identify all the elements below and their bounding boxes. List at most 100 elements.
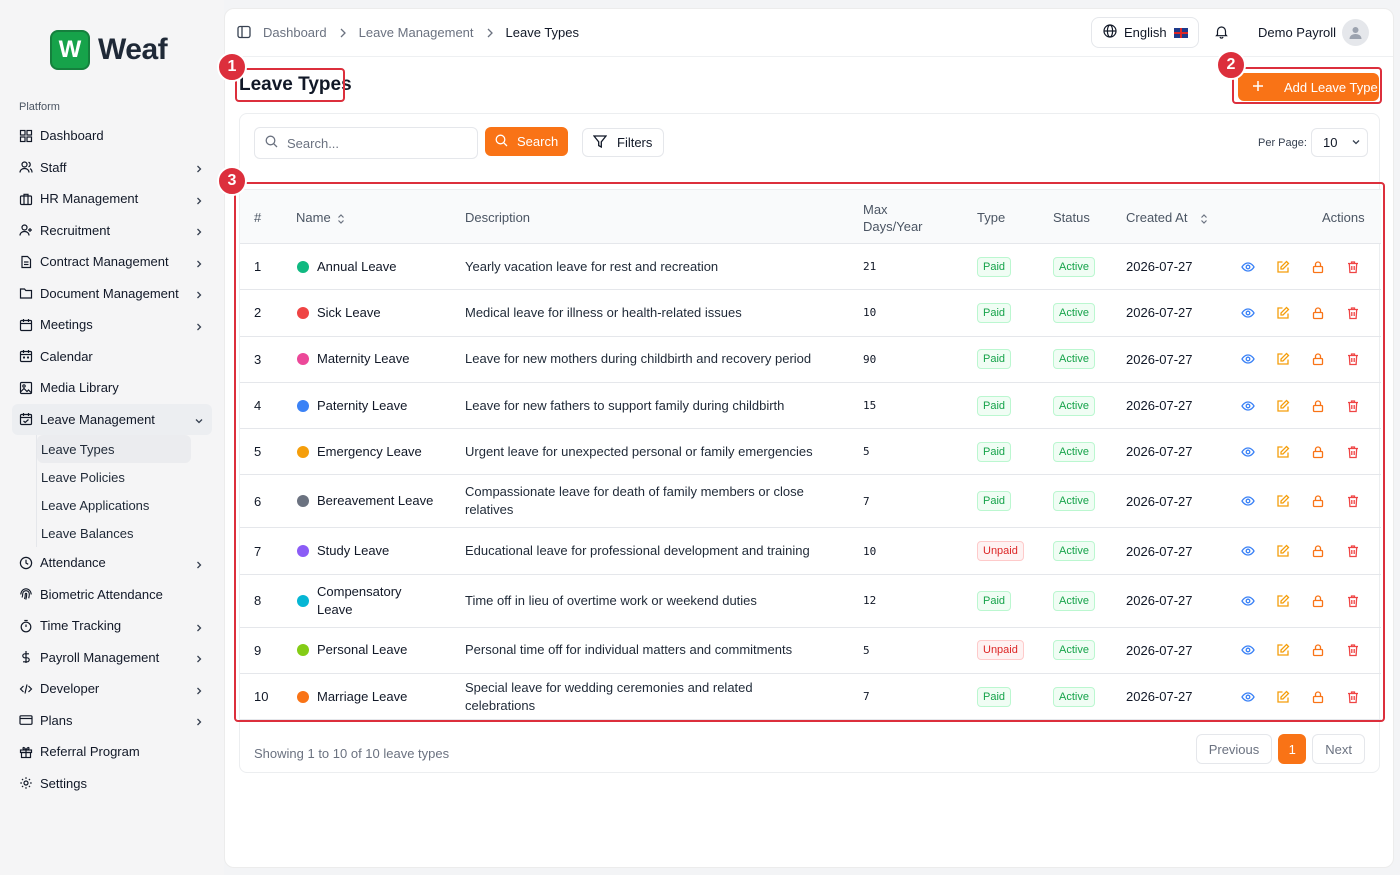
per-page-label: Per Page:	[1258, 137, 1307, 149]
breadcrumb-dashboard[interactable]: Dashboard	[263, 25, 327, 40]
calendar-check-icon	[19, 412, 33, 426]
sidebar-section-label: Platform	[19, 101, 60, 113]
users-icon	[19, 160, 33, 174]
callout-number: 3	[217, 166, 247, 196]
page-1-button[interactable]: 1	[1278, 734, 1307, 764]
per-page-value: 10	[1323, 135, 1338, 150]
bell-icon[interactable]	[1214, 24, 1229, 39]
breadcrumb-leave-management[interactable]: Leave Management	[359, 25, 474, 40]
sidebar-item-attendance[interactable]: Attendance	[12, 547, 212, 579]
code-icon	[19, 682, 33, 696]
sidebar-item-label: Dashboard	[40, 128, 104, 144]
language-switcher[interactable]: English	[1091, 17, 1199, 48]
sidebar-item-label: Calendar	[40, 348, 93, 364]
sidebar-item-label: Referral Program	[40, 744, 140, 760]
sidebar-item-meetings[interactable]: Meetings	[12, 309, 212, 341]
submenu-item-leave-types[interactable]: Leave Types	[37, 435, 191, 463]
sidebar-item-document-management[interactable]: Document Management	[12, 278, 212, 310]
sidebar-item-calendar[interactable]: Calendar	[12, 341, 212, 373]
chevron-right-icon	[194, 288, 204, 299]
sidebar-item-staff[interactable]: Staff	[12, 152, 212, 184]
chevron-right-icon	[194, 558, 204, 569]
add-leave-type-label: Add Leave Type	[1284, 79, 1378, 95]
sidebar-item-plans[interactable]: Plans	[12, 705, 212, 737]
sidebar-item-label: Document Management	[40, 285, 179, 301]
sidebar-item-label: Media Library	[40, 380, 119, 396]
chevron-right-icon	[194, 715, 204, 726]
gift-icon	[19, 745, 33, 759]
gear-icon	[19, 776, 33, 790]
submenu-item-leave-applications[interactable]: Leave Applications	[37, 491, 191, 519]
callout-box-table	[234, 182, 1385, 722]
sidebar-item-recruitment[interactable]: Recruitment	[12, 215, 212, 247]
pagination-summary: Showing 1 to 10 of 10 leave types	[254, 746, 450, 761]
avatar[interactable]	[1342, 19, 1369, 46]
sidebar-item-settings[interactable]: Settings	[12, 768, 212, 800]
search-icon	[495, 134, 508, 150]
chevron-right-icon	[194, 621, 204, 632]
search-icon	[265, 135, 278, 151]
callout-box-title	[235, 68, 345, 102]
folder-icon	[19, 286, 33, 300]
user-name[interactable]: Demo Payroll	[1258, 25, 1336, 40]
grid-icon	[19, 129, 33, 143]
chevron-right-icon	[194, 162, 204, 173]
sidebar-item-dashboard[interactable]: Dashboard	[12, 120, 212, 152]
per-page-select[interactable]: 10	[1311, 128, 1368, 157]
sidebar-item-label: Developer	[40, 681, 100, 697]
callout-number: 1	[217, 52, 247, 82]
next-page-button[interactable]: Next	[1312, 734, 1365, 764]
sidebar-item-contract-management[interactable]: Contract Management	[12, 246, 212, 278]
globe-icon	[1103, 24, 1117, 41]
plus-icon	[1252, 80, 1264, 95]
sidebar-item-label: HR Management	[40, 191, 139, 207]
logo[interactable]: W Weaf	[50, 30, 168, 70]
search-box[interactable]	[254, 127, 478, 159]
sidebar-item-hr-management[interactable]: HR Management	[12, 183, 212, 215]
timer-icon	[19, 619, 33, 633]
chevron-down-icon	[194, 414, 204, 424]
filter-icon	[592, 134, 608, 151]
dollar-icon	[19, 650, 33, 664]
topbar: Dashboard Leave Management Leave Types E…	[225, 9, 1393, 57]
submenu-item-leave-balances[interactable]: Leave Balances	[37, 519, 191, 547]
sidebar-item-label: Staff	[40, 159, 67, 175]
calendar-icon	[19, 318, 33, 332]
sidebar-item-media-library[interactable]: Media Library	[12, 372, 212, 404]
sidebar-item-payroll-management[interactable]: Payroll Management	[12, 642, 212, 674]
logo-mark: W	[50, 30, 90, 70]
submenu-item-leave-policies[interactable]: Leave Policies	[37, 463, 191, 491]
search-button-label: Search	[517, 134, 559, 149]
sidebar-toggle-icon[interactable]	[237, 25, 251, 39]
sidebar-item-label: Recruitment	[40, 222, 111, 238]
pagination: Previous 1 Next	[1195, 734, 1365, 764]
credit-card-icon	[19, 713, 33, 727]
sidebar-item-referral-program[interactable]: Referral Program	[12, 736, 212, 768]
chevron-right-icon	[486, 28, 494, 38]
sidebar-item-developer[interactable]: Developer	[12, 673, 212, 705]
sidebar-item-label: Attendance	[40, 555, 106, 571]
filters-button[interactable]: Filters	[582, 128, 664, 157]
chevron-right-icon	[194, 225, 204, 236]
sidebar-nav: Dashboard Staff HR Management Recruitment Co…	[12, 120, 212, 799]
sidebar-item-label: Time Tracking	[40, 618, 122, 634]
sidebar-item-label: Contract Management	[40, 254, 169, 270]
image-icon	[19, 381, 33, 395]
add-leave-type-button[interactable]: Add Leave Type	[1238, 73, 1379, 101]
calendar-days-icon	[19, 349, 33, 363]
chevron-right-icon	[194, 652, 204, 663]
chevron-right-icon	[194, 194, 204, 205]
search-button[interactable]: Search	[485, 127, 568, 156]
sidebar-item-leave-management[interactable]: Leave Management	[12, 403, 212, 435]
chevron-right-icon	[194, 684, 204, 695]
file-text-icon	[19, 255, 33, 269]
sidebar-item-biometric-attendance[interactable]: Biometric Attendance	[12, 579, 212, 611]
search-input[interactable]	[287, 135, 467, 151]
language-label: English	[1124, 25, 1167, 40]
fingerprint-icon	[19, 587, 33, 601]
sidebar: W Weaf Platform Dashboard Staff HR Managem…	[0, 0, 224, 875]
sidebar-item-time-tracking[interactable]: Time Tracking	[12, 610, 212, 642]
logo-text: Weaf	[98, 33, 168, 66]
leave-management-submenu: Leave Types Leave Policies Leave Applicati…	[36, 435, 212, 547]
previous-page-button[interactable]: Previous	[1195, 734, 1273, 764]
